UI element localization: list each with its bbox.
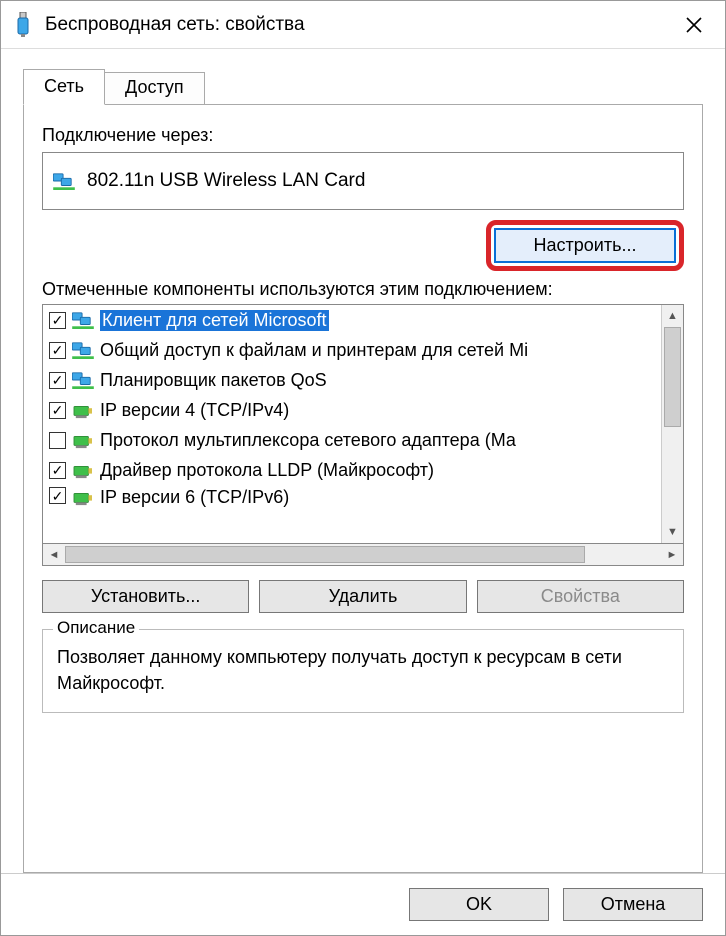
close-button[interactable]	[671, 2, 717, 48]
service-icon	[72, 340, 94, 360]
component-checkbox[interactable]	[49, 487, 66, 504]
tab-panel-network: Подключение через: 802.11n USB Wireless …	[23, 104, 703, 873]
hscroll-track[interactable]	[65, 544, 661, 565]
list-item[interactable]: Клиент для сетей Microsoft	[43, 305, 661, 335]
description-text: Позволяет данному компьютеру получать до…	[57, 644, 669, 696]
scroll-right-arrow[interactable]: ►	[661, 544, 683, 565]
install-button[interactable]: Установить...	[42, 580, 249, 613]
list-item[interactable]: Драйвер протокола LLDP (Майкрософт)	[43, 455, 661, 485]
usb-adapter-icon	[13, 12, 33, 38]
service-icon	[72, 370, 94, 390]
scroll-thumb[interactable]	[664, 327, 681, 427]
configure-button[interactable]: Настроить...	[494, 228, 676, 263]
scroll-down-arrow[interactable]: ▼	[662, 521, 683, 543]
components-listbox[interactable]: Клиент для сетей Microsoft Общий доступ к…	[43, 305, 661, 543]
adapter-name: 802.11n USB Wireless LAN Card	[87, 170, 365, 192]
tab-label: Сеть	[44, 76, 84, 96]
list-item[interactable]: IP версии 4 (TCP/IPv4)	[43, 395, 661, 425]
tab-label: Доступ	[125, 77, 184, 97]
component-label: IP версии 6 (TCP/IPv6)	[100, 487, 289, 507]
configure-highlight: Настроить...	[486, 220, 684, 271]
component-checkbox[interactable]	[49, 342, 66, 359]
cancel-button[interactable]: Отмена	[563, 888, 703, 921]
properties-dialog: Беспроводная сеть: свойства Сеть Доступ …	[0, 0, 726, 936]
description-group: Описание Позволяет данному компьютеру по…	[42, 629, 684, 713]
client-area: Сеть Доступ Подключение через: 802.11n U…	[1, 49, 725, 873]
uninstall-button[interactable]: Удалить	[259, 580, 466, 613]
component-label: Планировщик пакетов QoS	[100, 370, 327, 391]
horizontal-scrollbar[interactable]: ◄ ►	[42, 544, 684, 566]
component-label: Протокол мультиплексора сетевого адаптер…	[100, 430, 516, 451]
protocol-icon	[72, 487, 94, 507]
scroll-up-arrow[interactable]: ▲	[662, 305, 683, 327]
protocol-icon	[72, 460, 94, 480]
window-title: Беспроводная сеть: свойства	[45, 14, 671, 36]
component-label: Драйвер протокола LLDP (Майкрософт)	[100, 460, 434, 481]
component-checkbox[interactable]	[49, 402, 66, 419]
ok-button[interactable]: OK	[409, 888, 549, 921]
protocol-icon	[72, 430, 94, 450]
description-legend: Описание	[53, 618, 139, 638]
list-item[interactable]: Планировщик пакетов QoS	[43, 365, 661, 395]
components-label: Отмеченные компоненты используются этим …	[42, 279, 684, 300]
configure-row: Настроить...	[42, 220, 684, 271]
component-button-row: Установить... Удалить Свойства	[42, 580, 684, 613]
hscroll-thumb[interactable]	[65, 546, 585, 563]
network-adapter-icon	[53, 172, 75, 190]
component-checkbox[interactable]	[49, 432, 66, 449]
tab-sharing[interactable]: Доступ	[104, 72, 205, 105]
vertical-scrollbar[interactable]: ▲ ▼	[661, 305, 683, 543]
list-item[interactable]: Протокол мультиплексора сетевого адаптер…	[43, 425, 661, 455]
titlebar: Беспроводная сеть: свойства	[1, 1, 725, 49]
component-label: IP версии 4 (TCP/IPv4)	[100, 400, 289, 421]
service-icon	[72, 310, 94, 330]
tab-strip: Сеть Доступ	[23, 69, 703, 105]
component-label: Клиент для сетей Microsoft	[100, 310, 329, 331]
scroll-track[interactable]	[662, 327, 683, 521]
component-checkbox[interactable]	[49, 372, 66, 389]
protocol-icon	[72, 400, 94, 420]
list-item[interactable]: IP версии 6 (TCP/IPv6)	[43, 485, 661, 507]
component-label: Общий доступ к файлам и принтерам для се…	[100, 340, 528, 361]
adapter-box[interactable]: 802.11n USB Wireless LAN Card	[42, 152, 684, 210]
dialog-footer: OK Отмена	[1, 873, 725, 935]
tab-network[interactable]: Сеть	[23, 69, 105, 105]
component-checkbox[interactable]	[49, 462, 66, 479]
list-item[interactable]: Общий доступ к файлам и принтерам для се…	[43, 335, 661, 365]
components-list-container: Клиент для сетей Microsoft Общий доступ к…	[42, 304, 684, 544]
properties-button: Свойства	[477, 580, 684, 613]
connect-using-label: Подключение через:	[42, 125, 684, 146]
component-checkbox[interactable]	[49, 312, 66, 329]
scroll-left-arrow[interactable]: ◄	[43, 544, 65, 565]
